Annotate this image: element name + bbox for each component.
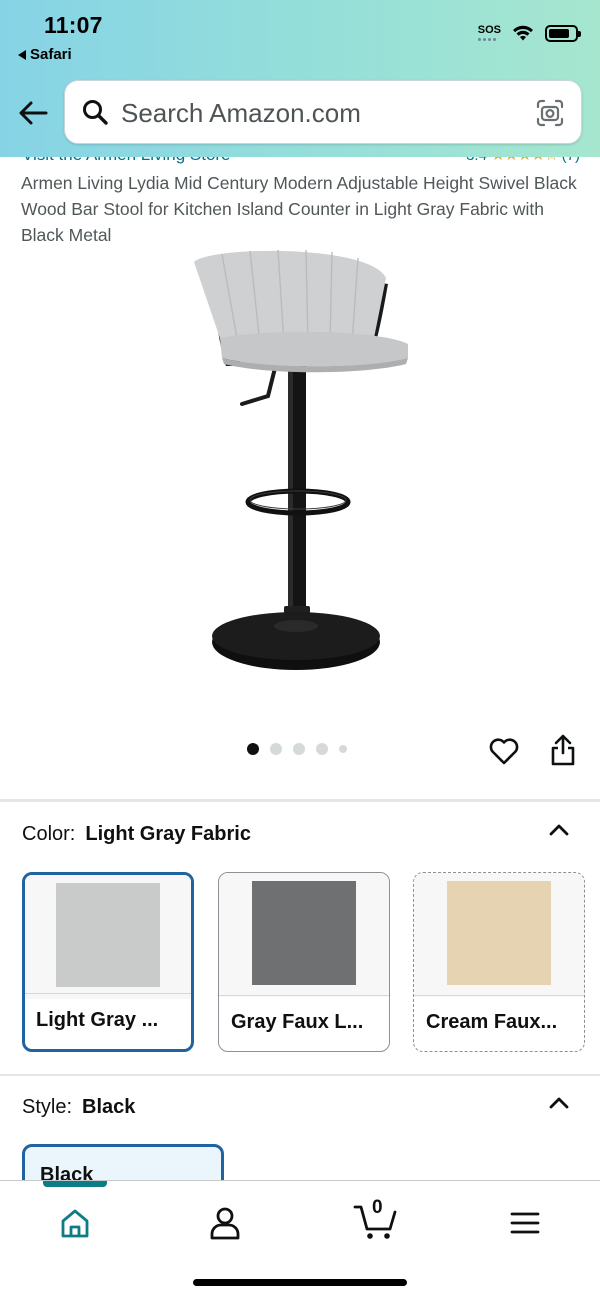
swatch-image <box>252 881 356 985</box>
color-label-text: Color: <box>22 823 76 845</box>
status-time: 11:07 <box>44 12 103 38</box>
color-option-cream-faux[interactable]: Cream Faux... <box>413 872 585 1052</box>
share-icon[interactable] <box>548 733 578 767</box>
chevron-up-icon[interactable] <box>548 1095 570 1109</box>
home-indicator-bar <box>193 1279 407 1286</box>
header: 11:07 Safari SOS Search Amazon.com <box>0 0 600 157</box>
product-title: Armen Living Lydia Mid Century Modern Ad… <box>21 173 577 245</box>
color-option-gray-faux-leather[interactable]: Gray Faux L... <box>218 872 390 1052</box>
account-icon[interactable] <box>205 1203 245 1243</box>
battery-icon <box>545 24 581 42</box>
swatch-image <box>56 883 160 987</box>
wifi-icon <box>513 25 533 41</box>
cart-button[interactable]: 0 <box>352 1195 400 1245</box>
product-image[interactable] <box>180 248 420 678</box>
image-carousel-dots <box>247 743 347 755</box>
swatch-label: Gray Faux L... <box>219 995 389 1051</box>
bottom-nav: 0 <box>0 1180 600 1299</box>
status-indicators: SOS <box>477 24 581 42</box>
heart-icon[interactable] <box>488 735 520 767</box>
back-triangle-icon <box>18 49 26 60</box>
back-app-label: Safari <box>30 46 72 63</box>
style-label: Style: Black <box>22 1096 135 1119</box>
swatch-image <box>447 881 551 985</box>
back-to-safari-link[interactable]: Safari <box>18 46 72 63</box>
chevron-up-icon[interactable] <box>548 822 570 836</box>
swatch-label: Cream Faux... <box>414 995 584 1051</box>
section-divider <box>0 1074 600 1076</box>
back-arrow-icon[interactable] <box>16 96 50 130</box>
swatch-label: Light Gray ... <box>25 993 191 1049</box>
home-icon[interactable] <box>55 1203 95 1243</box>
carousel-dot[interactable] <box>247 743 259 755</box>
carousel-dot[interactable] <box>339 745 347 753</box>
camera-scan-icon[interactable] <box>535 98 565 128</box>
carousel-dot[interactable] <box>270 743 282 755</box>
style-label-text: Style: <box>22 1096 73 1118</box>
color-label: Color: Light Gray Fabric <box>22 823 251 846</box>
search-bar[interactable]: Search Amazon.com <box>64 80 582 144</box>
color-selected-value: Light Gray Fabric <box>85 823 251 845</box>
nav-active-indicator <box>43 1181 107 1187</box>
cart-count: 0 <box>372 1197 383 1218</box>
menu-icon[interactable] <box>505 1203 545 1243</box>
style-selected-value: Black <box>82 1096 136 1118</box>
carousel-dot[interactable] <box>316 743 328 755</box>
sos-label: SOS <box>477 24 501 36</box>
search-input[interactable]: Search Amazon.com <box>121 98 361 129</box>
sos-indicator: SOS <box>477 24 501 41</box>
color-option-light-gray[interactable]: Light Gray ... <box>22 872 194 1052</box>
search-icon <box>83 100 108 125</box>
section-divider <box>0 799 600 802</box>
carousel-dot[interactable] <box>293 743 305 755</box>
